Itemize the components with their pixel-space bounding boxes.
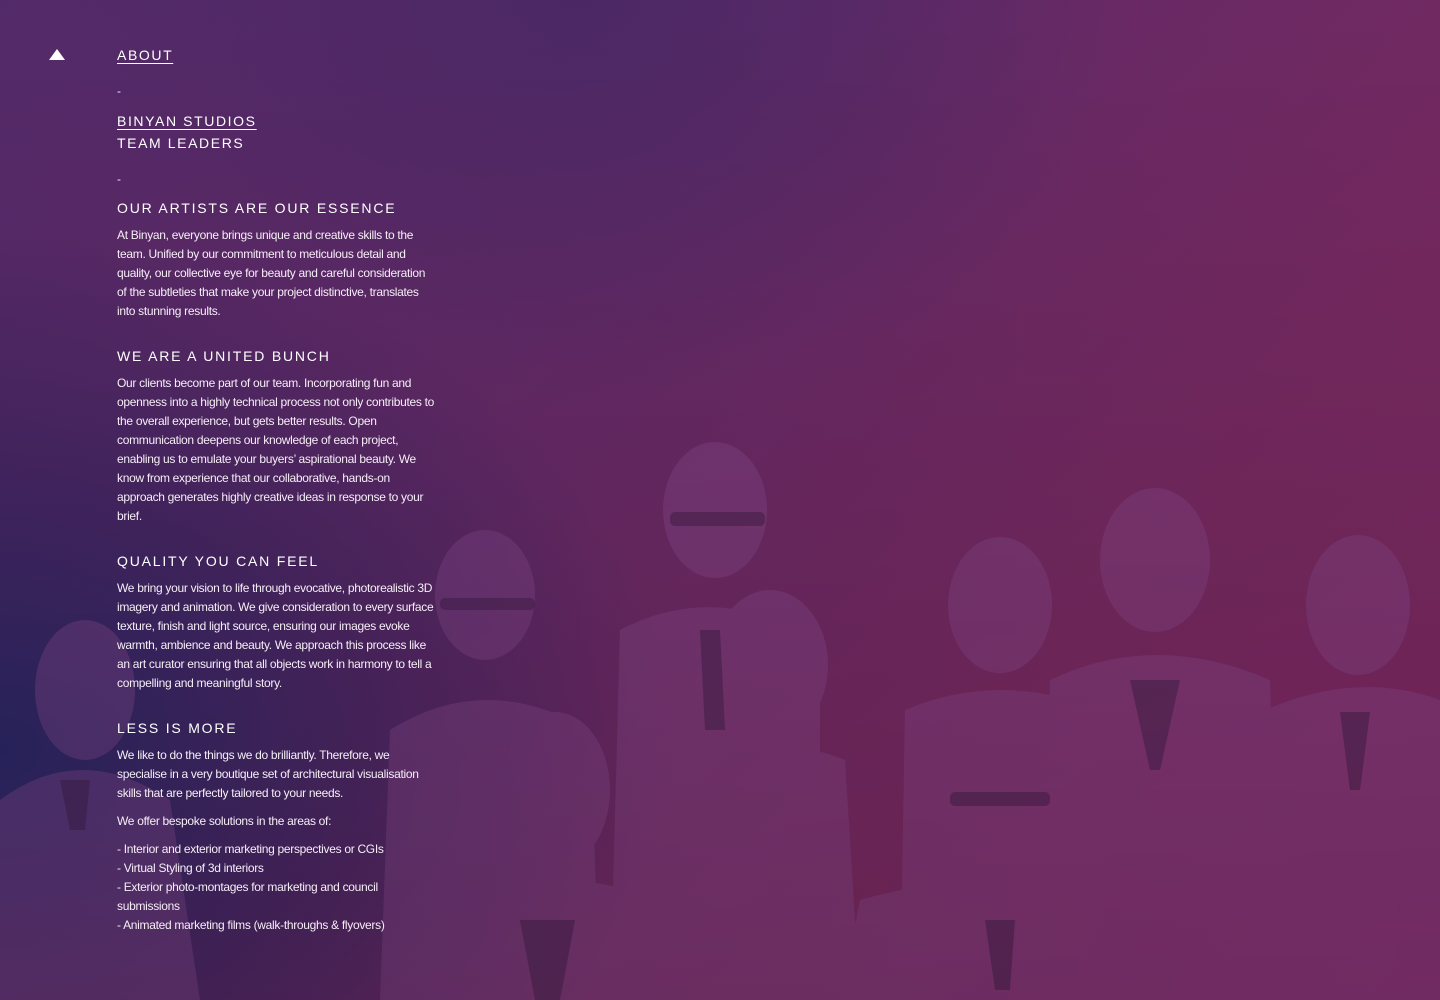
list-item: - Exterior photo-montages for marketing … [117, 880, 378, 913]
nav-separator: - [117, 84, 121, 98]
section-heading: Less Is More [117, 720, 238, 736]
section-body-secondary: We offer bespoke solutions in the areas … [117, 814, 332, 828]
section-less-is-more: Less Is More We like to do the things we… [117, 718, 437, 935]
section-quality: Quality You Can Feel We bring your visio… [117, 551, 437, 693]
section-body: We bring your vision to life through evo… [117, 581, 434, 690]
triangle-up-icon [49, 49, 65, 60]
nav-link-binyan-studios[interactable]: Binyan Studios [117, 110, 437, 132]
section-body: We like to do the things we do brilliant… [117, 748, 419, 800]
nav-link-team-leaders[interactable]: Team Leaders [117, 132, 437, 154]
nav-separator: - [117, 172, 121, 186]
section-united-bunch: We Are A United Bunch Our clients become… [117, 346, 437, 526]
section-body: At Binyan, everyone brings unique and cr… [117, 228, 426, 318]
list-item: - Virtual Styling of 3d interiors [117, 861, 264, 875]
collapse-nav-button[interactable] [49, 47, 65, 63]
list-item: - Interior and exterior marketing perspe… [117, 842, 384, 856]
section-heading: Our Artists Are Our Essence [117, 200, 397, 216]
nav-link-about[interactable]: About [117, 44, 437, 66]
section-heading: Quality You Can Feel [117, 553, 319, 569]
services-list: - Interior and exterior marketing perspe… [117, 840, 437, 935]
section-heading: We Are A United Bunch [117, 348, 331, 364]
about-content: About - Binyan Studios Team Leaders - Ou… [117, 44, 437, 935]
section-artists: Our Artists Are Our Essence At Binyan, e… [117, 198, 437, 321]
section-body: Our clients become part of our team. Inc… [117, 376, 435, 523]
list-item: - Animated marketing films (walk-through… [117, 918, 385, 932]
